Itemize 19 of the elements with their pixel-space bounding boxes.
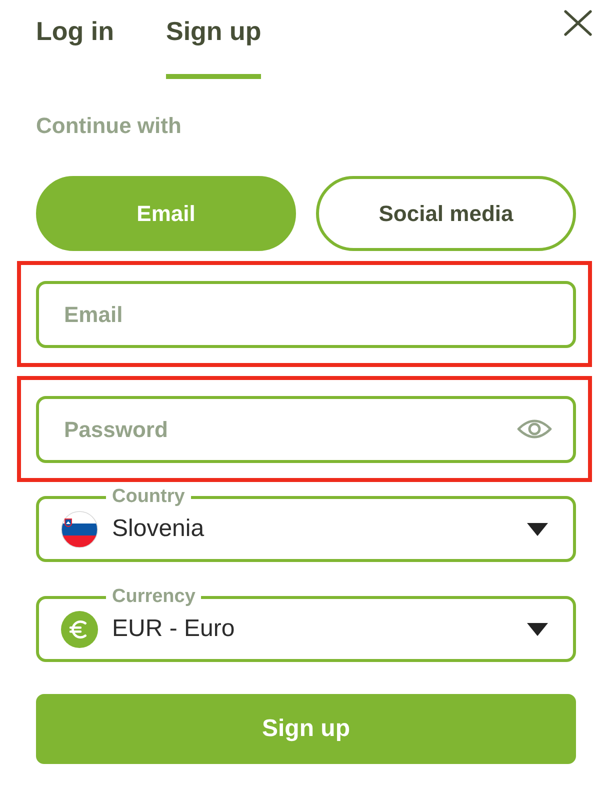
tab[interactable]: Log in [36,0,114,79]
euro-icon [61,610,98,648]
close-button[interactable] [564,10,592,36]
flag-icon [61,510,98,548]
caret-down-icon [527,522,548,536]
selected-value: EUR - Euro [112,615,236,643]
dropdown-field[interactable]: Country Slovenia [36,486,576,562]
tab[interactable]: Sign up [166,0,262,79]
eye-icon[interactable] [517,418,552,440]
selected-value: Slovenia [112,515,206,543]
section-label: Continue with [36,113,182,139]
dropdown-field[interactable]: Currency EUR - Euro [36,586,576,662]
field-label: Currency [111,586,196,608]
caret-down-icon [527,622,548,636]
field-label: Country [111,486,186,508]
password-field[interactable]: Password [36,396,576,463]
close-icon [564,10,592,36]
option-button[interactable]: Social media [316,176,576,251]
email-field[interactable]: Email [36,281,576,348]
